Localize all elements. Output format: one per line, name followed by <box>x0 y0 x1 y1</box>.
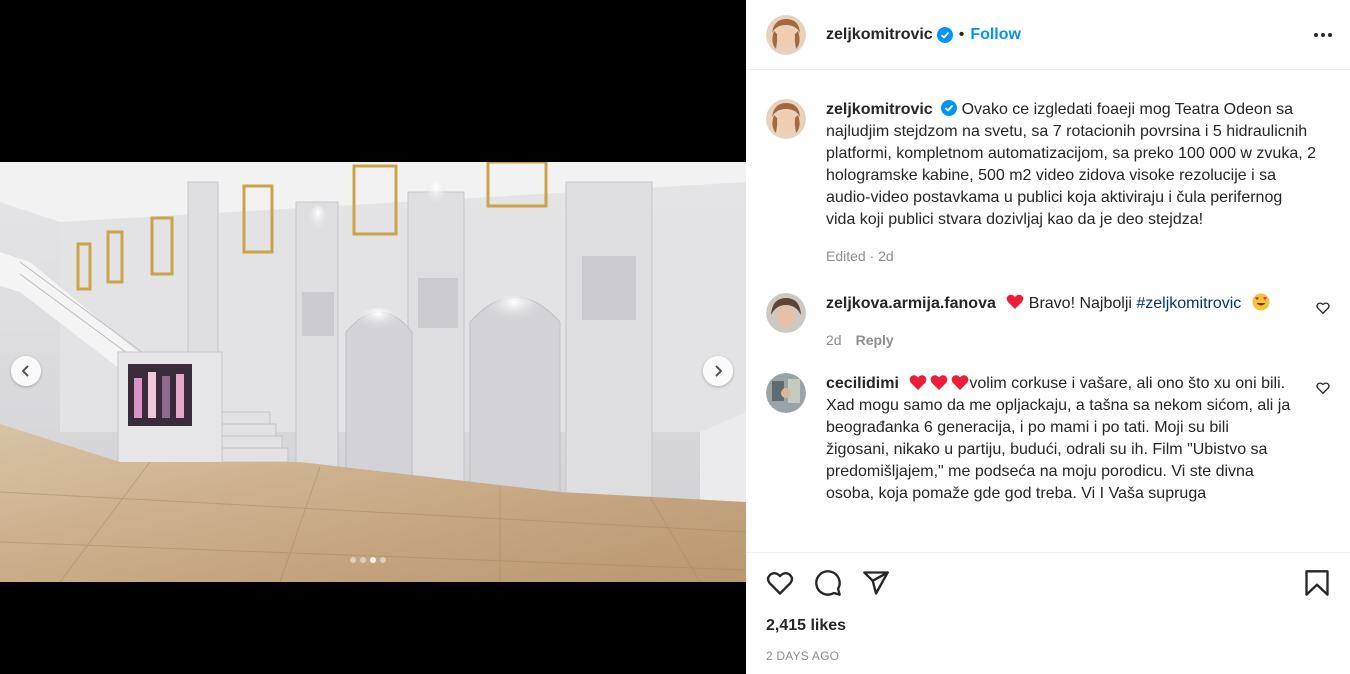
caption-meta: Edited · 2d <box>826 248 894 264</box>
heart-emoji-icon <box>1006 294 1024 309</box>
caption-username[interactable]: zeljkomitrovic <box>826 101 933 118</box>
verified-icon <box>941 100 958 116</box>
chevron-left-icon <box>21 365 29 377</box>
caption-body: Ovako ce izgledati foaeji mog Teatra Ode… <box>826 101 1317 228</box>
commenter-avatar[interactable] <box>766 293 806 333</box>
comment-username[interactable]: cecilidimi <box>826 375 899 392</box>
carousel-dot-active <box>370 557 376 563</box>
comment-body: Bravo! Najbolji <box>1028 295 1137 312</box>
post-timestamp: 2 DAYS AGO <box>766 649 840 663</box>
reply-button[interactable]: Reply <box>856 332 894 348</box>
author-username[interactable]: zeljkomitrovic <box>826 26 933 44</box>
commenter-avatar[interactable] <box>766 373 806 413</box>
hashtag-link[interactable]: #zeljkomitrovic <box>1136 295 1241 312</box>
heart-icon[interactable] <box>766 569 794 597</box>
comment-meta: 2d Reply <box>826 329 1296 351</box>
post-header: zeljkomitrovic • Follow <box>746 0 1350 70</box>
likes-count[interactable]: 2,415 likes <box>766 617 1330 635</box>
carousel-dot <box>350 557 356 563</box>
carousel-dot <box>360 557 366 563</box>
comment-entry: cecilidimi volim corkuse i vašare, ali o… <box>766 373 1330 505</box>
post-panel: zeljkomitrovic • Follow zeljkomitrovic O… <box>746 0 1350 674</box>
comment-text: cecilidimi volim corkuse i vašare, ali o… <box>826 373 1296 505</box>
author-avatar[interactable] <box>766 99 806 139</box>
comment-icon[interactable] <box>814 569 842 597</box>
media-viewer <box>0 0 746 674</box>
caption-text: zeljkomitrovic Ovako ce izgledati foaeji… <box>826 99 1316 231</box>
carousel-indicator <box>350 557 386 563</box>
next-slide-button[interactable] <box>703 356 733 386</box>
separator-dot: • <box>958 25 965 43</box>
caption-entry: zeljkomitrovic Ovako ce izgledati foaeji… <box>766 99 1330 267</box>
chevron-right-icon <box>715 365 723 377</box>
comment-entry: zeljkova.armija.fanova Bravo! Najbolji #… <box>766 293 1330 351</box>
verified-icon <box>936 26 953 43</box>
comment-username[interactable]: zeljkova.armija.fanova <box>826 295 996 312</box>
more-icon <box>1314 32 1318 37</box>
foyer-render-image <box>0 162 746 582</box>
comments-list: zeljkomitrovic Ovako ce izgledati foaeji… <box>746 71 1350 551</box>
post-actions: 2,415 likes 2 DAYS AGO <box>746 552 1350 674</box>
carousel-dot <box>380 557 386 563</box>
comment-time: 2d <box>826 332 842 348</box>
comment-text: zeljkova.armija.fanova Bravo! Najbolji #… <box>826 293 1296 315</box>
more-options-button[interactable] <box>1314 32 1332 37</box>
previous-slide-button[interactable] <box>11 356 41 386</box>
share-icon[interactable] <box>862 569 890 597</box>
like-comment-heart-icon[interactable] <box>1316 301 1330 315</box>
heart-eyes-emoji-icon <box>1252 293 1270 311</box>
follow-button[interactable]: Follow <box>970 26 1021 44</box>
post-photo <box>0 162 746 582</box>
author-avatar[interactable] <box>766 14 806 55</box>
comment-body: volim corkuse i vašare, ali ono što xu o… <box>826 375 1291 502</box>
three-hearts-emoji-icon <box>909 375 969 390</box>
like-comment-heart-icon[interactable] <box>1316 381 1330 395</box>
bookmark-icon[interactable] <box>1304 569 1330 597</box>
